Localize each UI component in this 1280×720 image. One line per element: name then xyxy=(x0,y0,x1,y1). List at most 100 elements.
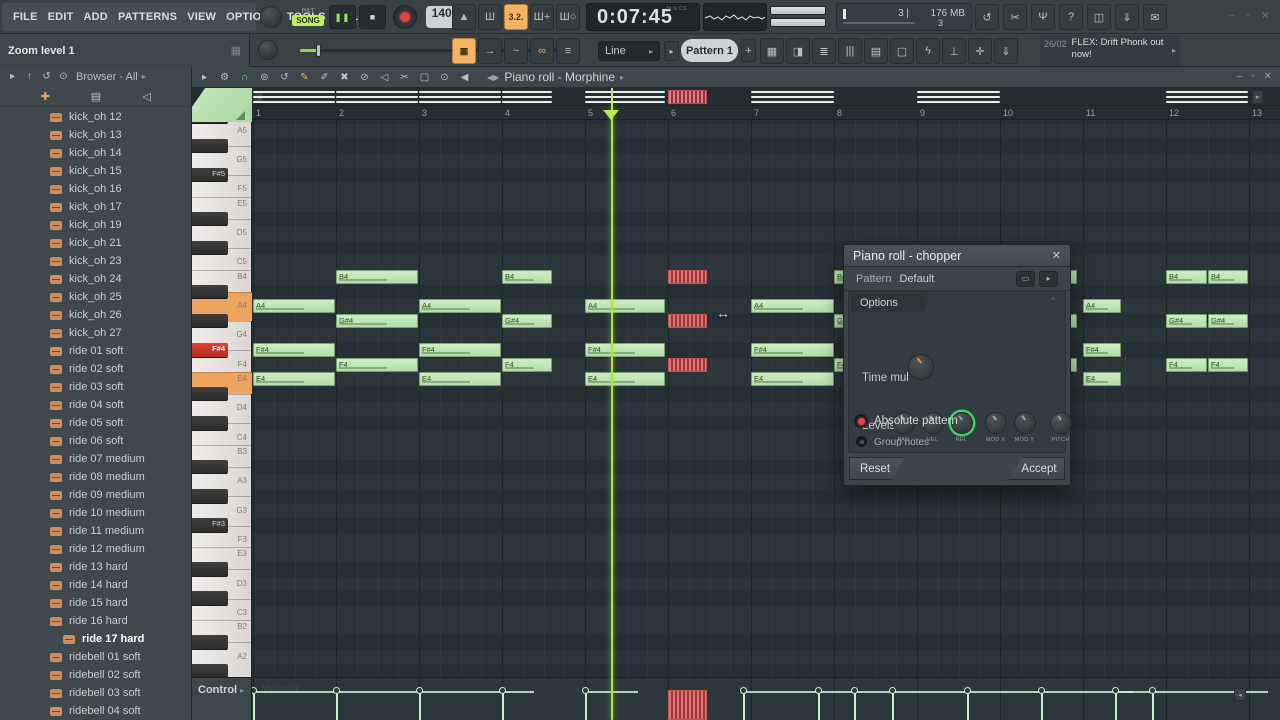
midi-note[interactable]: B4 xyxy=(1166,270,1207,284)
browser-item[interactable]: ride 07 medium xyxy=(0,450,192,468)
browser-item[interactable]: ride 16 hard xyxy=(0,612,192,630)
pointer-icon[interactable]: ▸ xyxy=(196,68,213,86)
zoom-slider-thumb[interactable] xyxy=(316,44,321,57)
chevron-right-icon[interactable]: ▸ xyxy=(620,73,624,82)
minimize-icon[interactable]: – xyxy=(1237,71,1243,82)
midi-note[interactable]: A4 xyxy=(419,299,501,314)
midi-note[interactable]: F4 xyxy=(1208,357,1248,372)
midi-note[interactable]: B4 xyxy=(336,270,418,284)
chevron-right-icon[interactable]: ▸ xyxy=(1172,46,1176,55)
pattern-value[interactable]: Default xyxy=(899,273,1012,285)
absolute-pattern-label[interactable]: Absolute pattern xyxy=(874,415,958,427)
midi-note[interactable]: E4 xyxy=(585,372,665,387)
snippets-tab-icon[interactable]: ▤ xyxy=(87,87,105,105)
midi-note[interactable]: E4 xyxy=(1083,372,1121,387)
velocity-handle[interactable] xyxy=(499,687,506,694)
pattern-selector[interactable]: Pattern 1 xyxy=(681,39,738,62)
piano-key-black[interactable] xyxy=(192,240,228,256)
browser-item[interactable]: ride 03 soft xyxy=(0,378,192,396)
save-as-icon[interactable]: ⇓ xyxy=(1115,4,1139,30)
browser-item[interactable]: ridebell 01 soft xyxy=(0,648,192,666)
cpu-panel[interactable]: 3 | 176 MB 3 xyxy=(836,3,972,31)
piano-key-black[interactable] xyxy=(192,386,228,402)
slide-icon[interactable]: ~ xyxy=(504,38,528,64)
scroll-left-button[interactable]: ◂ xyxy=(1234,688,1246,701)
restore-icon[interactable]: ▫ xyxy=(1251,71,1255,82)
midi-note[interactable]: B4 xyxy=(502,270,552,284)
midi-note[interactable]: F#4 xyxy=(751,343,834,357)
restore-icon[interactable]: ▫ xyxy=(1246,9,1250,22)
folder-icon[interactable]: ▭ xyxy=(1016,270,1035,287)
browser-item[interactable]: kick_oh 25 xyxy=(0,288,192,306)
group-notes-label[interactable]: Group notes xyxy=(874,437,929,448)
browser-item[interactable]: ride 15 hard xyxy=(0,594,192,612)
accept-button[interactable]: Accept xyxy=(1009,457,1065,480)
group-notes-radio[interactable] xyxy=(856,436,867,447)
piano-key-black[interactable]: F#4 xyxy=(192,343,228,358)
velocity-handle[interactable] xyxy=(1149,687,1156,694)
velocity-stem[interactable] xyxy=(336,693,338,720)
metronome-icon[interactable]: ▲ xyxy=(452,4,476,30)
midi-note[interactable]: F#4 xyxy=(253,343,335,357)
chat-icon[interactable]: ✉ xyxy=(1143,4,1167,30)
up-icon[interactable]: ↑ xyxy=(21,68,38,86)
plus-tab-icon[interactable]: ✚ xyxy=(36,87,54,105)
playback-icon[interactable]: ◀ xyxy=(456,68,473,86)
delete-icon[interactable]: ✖ xyxy=(336,68,353,86)
options-tab[interactable]: Options xyxy=(851,294,927,312)
midi-note[interactable]: F4 xyxy=(502,357,552,372)
collapse-chevron-icon[interactable]: ^ xyxy=(1051,295,1055,305)
velocity-stem[interactable] xyxy=(253,693,255,720)
midi-note[interactable]: G#4 xyxy=(502,313,552,328)
browser-item[interactable]: kick_oh 26 xyxy=(0,306,192,324)
slice-icon[interactable]: ✂ xyxy=(396,68,413,86)
channel-rack-icon[interactable]: ≣ xyxy=(812,38,836,64)
browser-item[interactable]: kick_oh 15 xyxy=(0,162,192,180)
select-icon[interactable]: ▢ xyxy=(416,68,433,86)
browser-item[interactable]: kick_oh 14 xyxy=(0,144,192,162)
zoom-icon[interactable]: ⊙ xyxy=(436,68,453,86)
midi-note[interactable]: F#4 xyxy=(419,343,501,357)
play-button[interactable]: ❚❚ xyxy=(329,5,356,29)
new-window-icon[interactable]: ▢ xyxy=(890,38,914,64)
snap-next-button[interactable]: ▸ xyxy=(664,41,679,61)
chopped-note[interactable] xyxy=(668,313,707,328)
refresh-icon[interactable]: ↺ xyxy=(38,68,55,86)
midi-note[interactable]: E4 xyxy=(253,372,335,387)
browser-title[interactable]: Browser - All xyxy=(76,71,138,83)
midi-note[interactable]: G#4 xyxy=(1208,313,1248,328)
piano-roll-title-group[interactable]: ◀▶ Piano roll - Morphine ▸ xyxy=(487,70,624,84)
loop-record-icon[interactable]: Ш○ xyxy=(556,4,580,30)
browser-item[interactable]: ride 17 hard xyxy=(0,630,192,648)
preview-strip[interactable]: ◂▸ xyxy=(192,88,1280,106)
close-icon[interactable]: ✕ xyxy=(1052,249,1061,262)
preview-forward-button[interactable]: ▸ xyxy=(1252,90,1263,104)
playhead[interactable] xyxy=(611,106,613,720)
absolute-pattern-radio[interactable] xyxy=(854,414,868,428)
midi-note[interactable]: F4 xyxy=(336,357,418,372)
piano-key-black[interactable] xyxy=(192,416,228,431)
velocity-handle[interactable] xyxy=(851,687,858,694)
chopped-note[interactable] xyxy=(668,357,707,372)
undo-icon[interactable]: ↺ xyxy=(975,4,999,30)
stamp-icon[interactable]: ≡ xyxy=(556,38,580,64)
draw-grid-icon[interactable]: ▦ xyxy=(452,38,476,64)
news-panel[interactable]: 26/02 FLEX: Drift Phonk out now! ▸ xyxy=(1040,35,1180,66)
velocity-stem[interactable] xyxy=(419,693,421,720)
brush-icon[interactable]: ✐ xyxy=(316,68,333,86)
velocity-handle[interactable] xyxy=(889,687,896,694)
piano-key-black[interactable] xyxy=(192,211,228,227)
timeline[interactable]: 1 2 3 4 5 6 7 8 9 10 11 12 13 xyxy=(192,106,1280,120)
menu-add[interactable]: ADD xyxy=(79,11,113,23)
midi-note[interactable]: F#4 xyxy=(1083,343,1121,357)
typing-keyboard-icon[interactable]: Ш xyxy=(478,4,502,30)
mic-icon[interactable]: Ψ xyxy=(1031,4,1055,30)
velocity-handle[interactable] xyxy=(582,687,589,694)
velocity-stem[interactable] xyxy=(743,693,745,720)
browser-item[interactable]: kick_oh 23 xyxy=(0,252,192,270)
remote-icon[interactable]: ⊥ xyxy=(942,38,966,64)
velocity-handle[interactable] xyxy=(740,687,747,694)
reset-button[interactable]: Reset xyxy=(849,457,905,480)
overdub-icon[interactable]: Ш+ xyxy=(530,4,554,30)
menu-view[interactable]: VIEW xyxy=(182,11,221,23)
